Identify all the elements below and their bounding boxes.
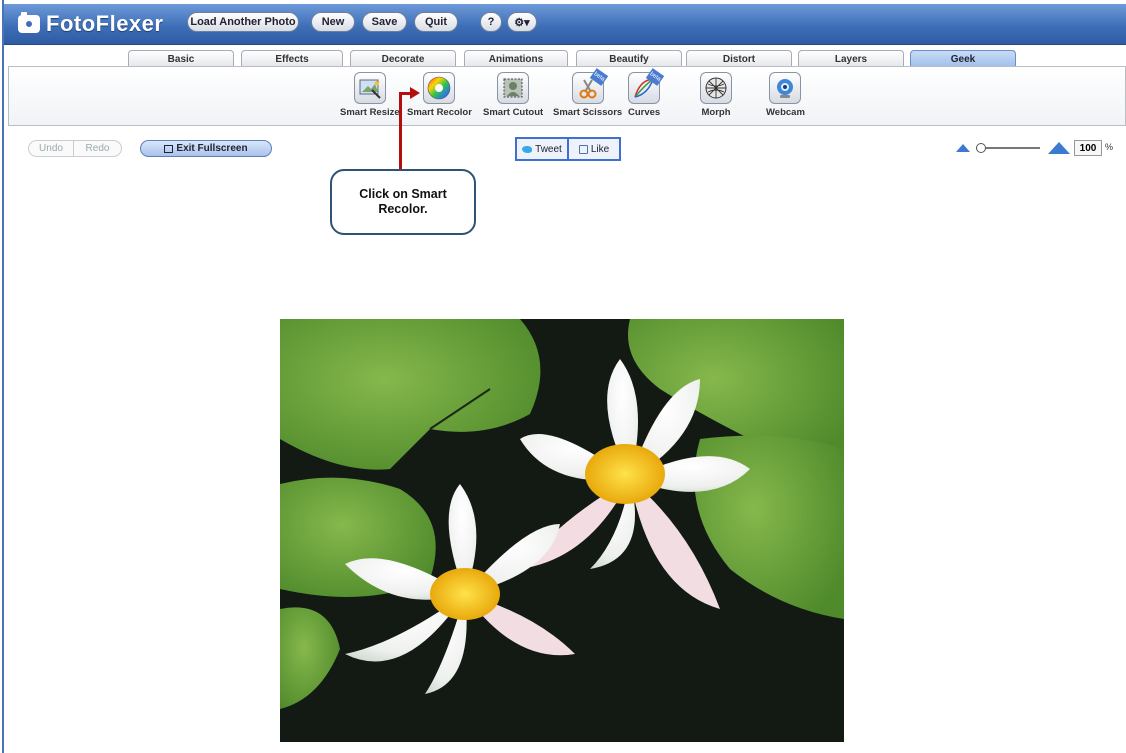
morph-icon <box>700 72 732 104</box>
callout-arrow-head <box>410 87 420 99</box>
new-button[interactable]: New <box>311 12 355 32</box>
webcam-tool[interactable]: Webcam <box>766 72 805 118</box>
load-another-photo-button[interactable]: Load Another Photo <box>187 12 299 32</box>
undo-button[interactable]: Undo <box>28 140 74 157</box>
curves-tool[interactable]: beta Curves <box>628 68 665 118</box>
smart-resize-tool[interactable]: Smart Resize <box>340 72 400 118</box>
curves-icon: beta <box>628 68 665 104</box>
tab-layers[interactable]: Layers <box>798 50 904 67</box>
social-bar: Tweet Like <box>515 137 621 161</box>
zoom-out-icon[interactable] <box>956 144 970 152</box>
smart-resize-label: Smart Resize <box>340 107 400 118</box>
zoom-value[interactable]: 100 <box>1074 140 1102 156</box>
like-button[interactable]: Like <box>569 139 619 159</box>
zoom-unit: % <box>1105 142 1114 152</box>
save-button[interactable]: Save <box>362 12 407 32</box>
twitter-icon <box>522 145 533 153</box>
tweet-button[interactable]: Tweet <box>517 139 567 159</box>
logo-text: FotoFlexer <box>46 11 164 36</box>
tab-effects[interactable]: Effects <box>241 50 343 67</box>
webcam-icon <box>769 72 802 104</box>
tab-beautify[interactable]: Beautify <box>576 50 682 67</box>
exit-fullscreen-button[interactable]: Exit Fullscreen <box>140 140 272 157</box>
exit-fullscreen-label: Exit Fullscreen <box>176 143 248 154</box>
webcam-label: Webcam <box>766 107 805 118</box>
tab-basic[interactable]: Basic <box>128 50 234 67</box>
smart-cutout-icon <box>497 72 530 104</box>
scissors-icon: beta <box>571 68 608 104</box>
water-lily-photo <box>280 319 844 742</box>
smart-scissors-tool[interactable]: beta Smart Scissors <box>553 68 623 118</box>
zoom-slider-knob[interactable] <box>976 143 986 153</box>
app-logo: FotoFlexer <box>18 10 163 38</box>
zoom-control <box>956 140 1070 156</box>
smart-recolor-label: Smart Recolor <box>407 107 472 118</box>
smart-resize-icon <box>353 72 386 104</box>
instruction-callout: Click on Smart Recolor. <box>330 169 476 235</box>
quit-button[interactable]: Quit <box>414 12 458 32</box>
tab-distort[interactable]: Distort <box>686 50 792 67</box>
smart-cutout-label: Smart Cutout <box>483 107 544 118</box>
tab-geek[interactable]: Geek <box>910 50 1016 67</box>
color-wheel-icon <box>423 72 456 104</box>
curves-label: Curves <box>628 107 661 118</box>
like-label: Like <box>590 143 610 155</box>
callout-arrow-line <box>399 92 402 170</box>
tweet-label: Tweet <box>535 143 562 155</box>
smart-cutout-tool[interactable]: Smart Cutout <box>483 72 543 118</box>
fullscreen-icon <box>164 144 174 153</box>
morph-tool[interactable]: Morph <box>700 72 732 118</box>
top-bar: FotoFlexer <box>4 4 1126 45</box>
settings-button[interactable]: ⚙▾ <box>507 12 537 32</box>
help-button[interactable]: ? <box>480 12 502 32</box>
smart-scissors-label: Smart Scissors <box>553 107 623 118</box>
tab-animations[interactable]: Animations <box>464 50 568 67</box>
morph-label: Morph <box>701 107 731 118</box>
redo-button[interactable]: Redo <box>74 140 122 157</box>
camera-icon <box>18 12 40 33</box>
zoom-in-icon[interactable] <box>1048 142 1070 154</box>
zoom-slider[interactable] <box>976 143 1040 153</box>
tab-decorate[interactable]: Decorate <box>350 50 456 67</box>
thumbs-up-icon <box>578 144 588 154</box>
photo-canvas[interactable] <box>280 319 844 742</box>
